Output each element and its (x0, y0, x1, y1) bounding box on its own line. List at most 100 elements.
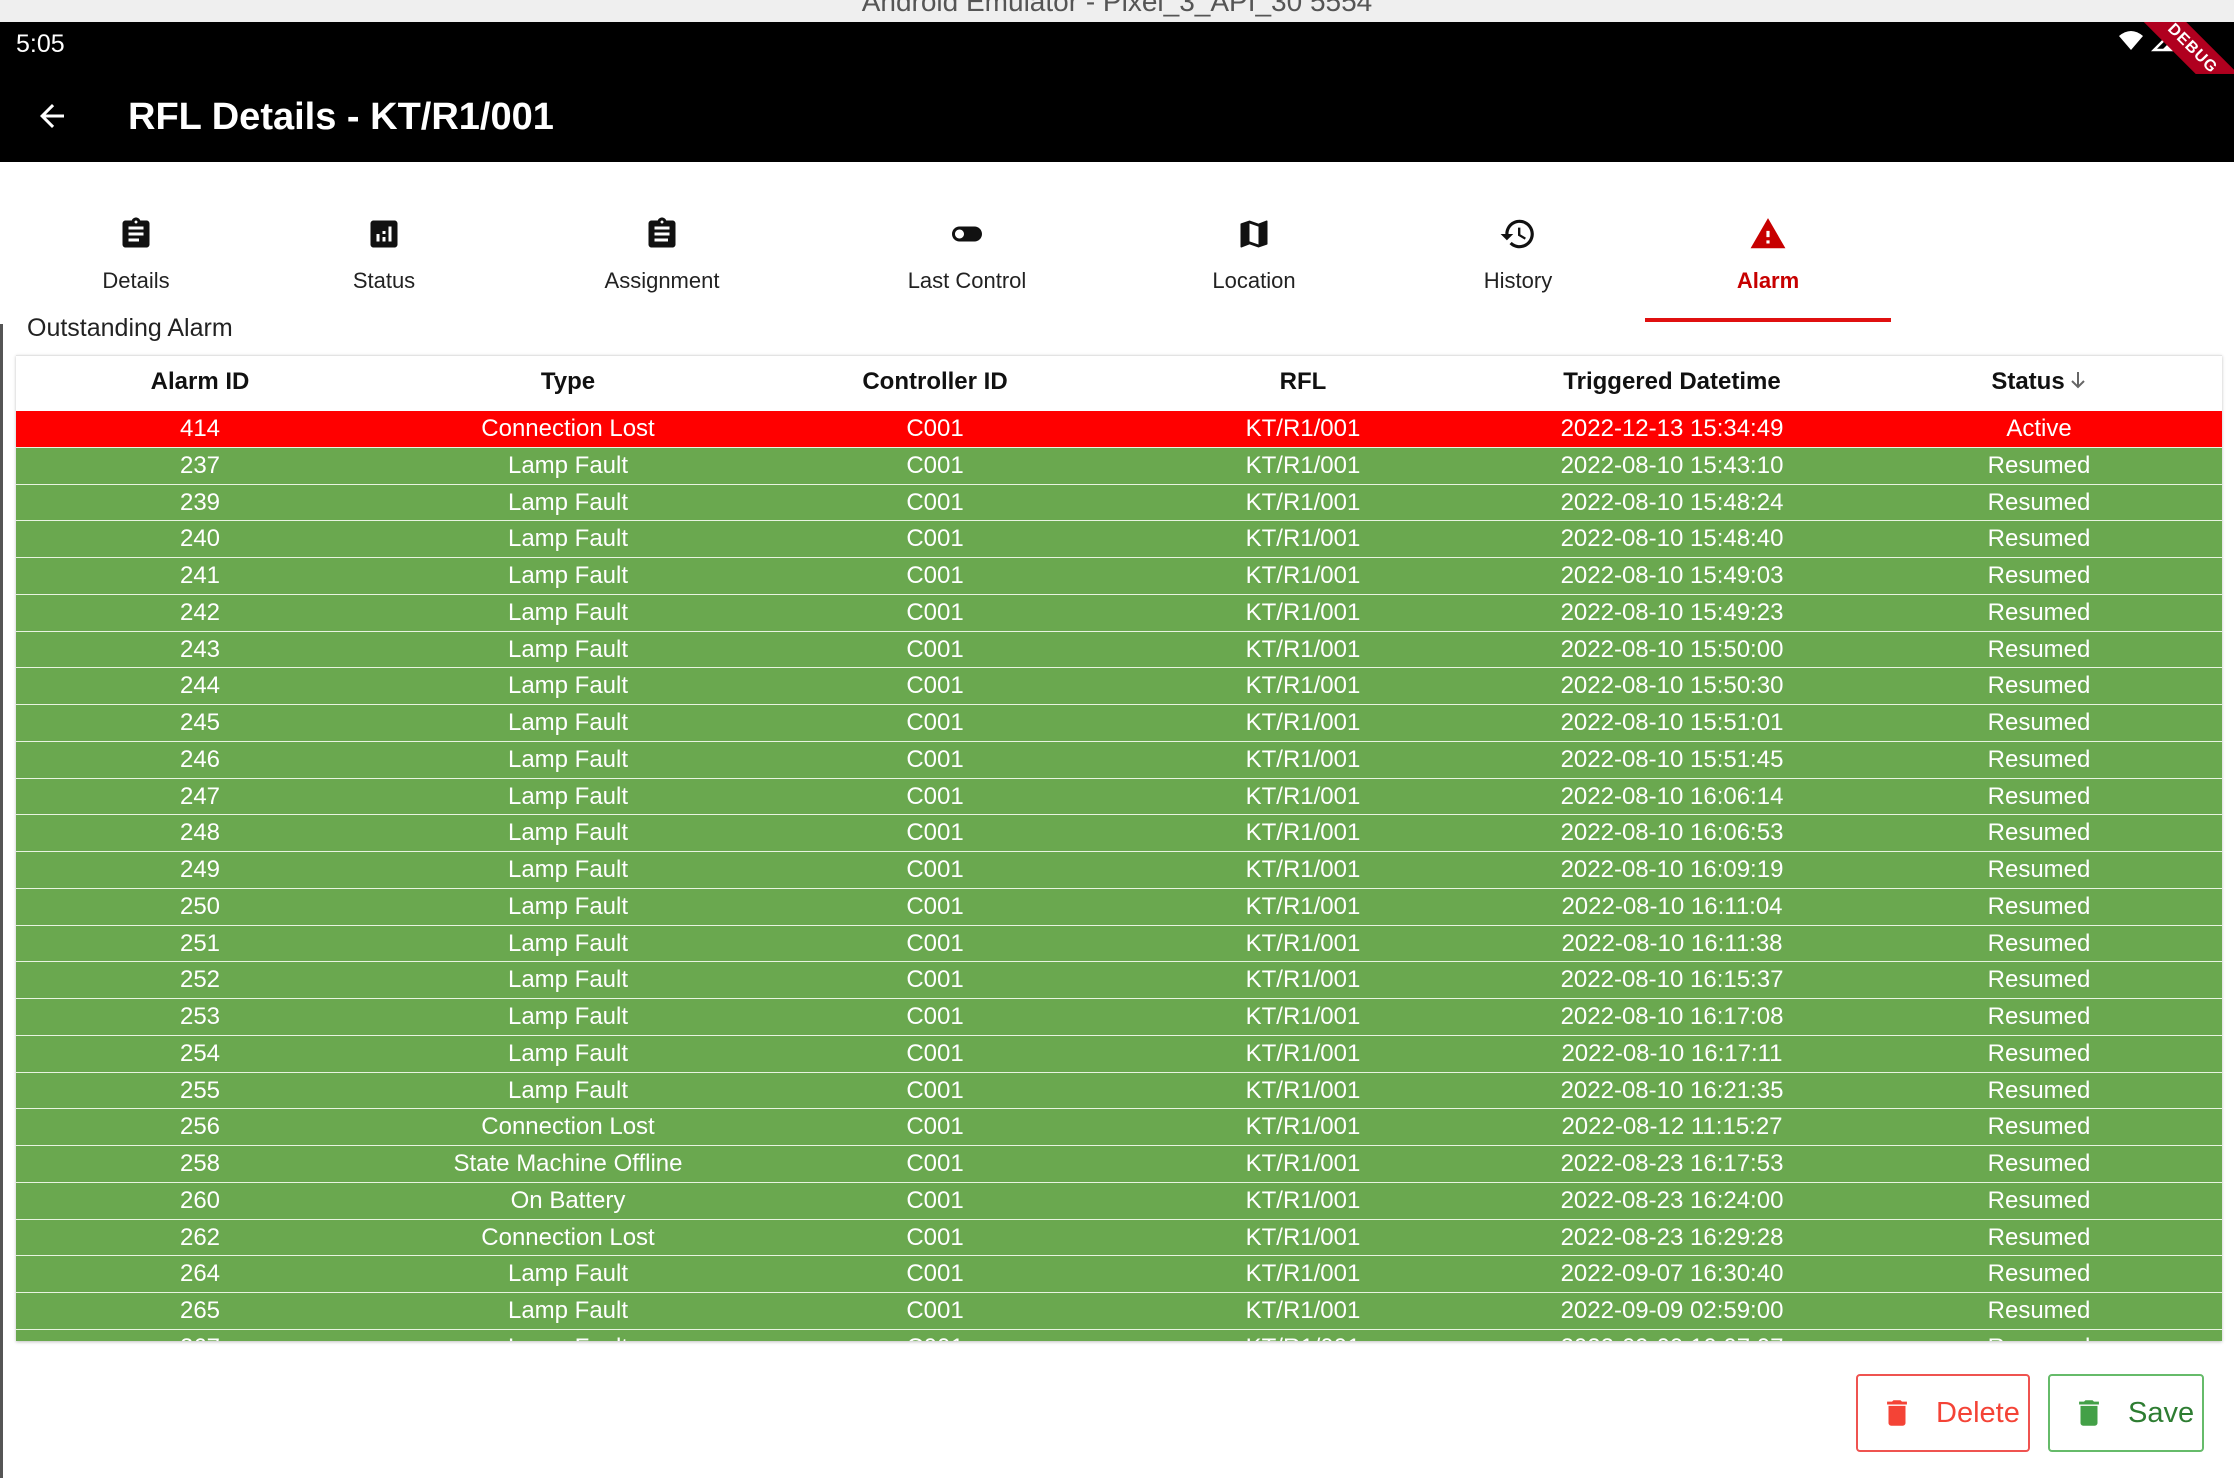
cell-rfl: KT/R1/001 (1245, 525, 1361, 553)
table-row[interactable]: 237 Lamp Fault C001 KT/R1/001 2022-08-10 15:… (16, 447, 2222, 485)
cell-triggered-datetime: 2022-09-07 16:30:40 (1560, 1260, 1784, 1288)
cell-rfl: KT/R1/001 (1245, 856, 1361, 883)
cell-controller-id: C001 (906, 1150, 964, 1177)
table-row[interactable]: 245 Lamp Fault C001 KT/R1/001 2022-08-10 15:… (16, 705, 2222, 742)
tab-details[interactable]: Details (68, 162, 204, 322)
save-button-label: Save (2128, 1396, 2195, 1429)
cell-rfl: KT/R1/001 (1245, 819, 1361, 847)
cell-triggered-datetime: 2022-08-10 16:17:11 (1561, 1039, 1783, 1067)
cell-alarm-id: 247 (179, 782, 221, 810)
table-row[interactable]: 253 Lamp Fault C001 KT/R1/001 2022-08-10 16:… (16, 999, 2222, 1036)
table-row[interactable]: 247 Lamp Fault C001 KT/R1/001 2022-08-10 16:… (16, 778, 2222, 816)
emulator-titlebar: Android Emulator - Pixel_3_API_30 5554 (0, 0, 2234, 22)
table-row[interactable]: 251 Lamp Fault C001 KT/R1/001 2022-08-10 16:… (16, 925, 2222, 963)
cell-status: Resumed (1987, 1039, 2091, 1067)
table-row[interactable]: 244 Lamp Fault C001 KT/R1/001 2022-08-10 15:… (16, 668, 2222, 705)
table-row[interactable]: 265 Lamp Fault C001 KT/R1/001 2022-09-09 02:… (16, 1293, 2222, 1330)
tab-assignment[interactable]: Assignment (580, 162, 744, 322)
column-header-alarm-id[interactable]: Alarm ID (16, 356, 384, 411)
cell-type: Lamp Fault (507, 1039, 629, 1067)
cell-type: Lamp Fault (507, 1003, 629, 1030)
cell-alarm-id: 256 (179, 1113, 221, 1141)
table-row[interactable]: 252 Lamp Fault C001 KT/R1/001 2022-08-10 16:… (16, 962, 2222, 999)
page-title: RFL Details - KT/R1/001 (128, 96, 554, 138)
cell-type: Lamp Fault (507, 598, 629, 626)
cell-rfl: KT/R1/001 (1245, 782, 1361, 810)
tab-last-control-label: Last Control (907, 268, 1027, 293)
table-row[interactable]: 248 Lamp Fault C001 KT/R1/001 2022-08-10 16:… (16, 815, 2222, 852)
table-row[interactable]: 260 On Battery C001 KT/R1/001 2022-08-23 16:… (16, 1182, 2222, 1220)
cell-rfl: KT/R1/001 (1245, 1039, 1361, 1067)
status-time: 5:05 (16, 30, 65, 58)
cell-rfl: KT/R1/001 (1245, 1003, 1361, 1030)
table-row[interactable]: 262 Connection Lost C001 KT/R1/001 2022-08-2… (16, 1219, 2222, 1257)
cell-type: Connection Lost (481, 1223, 655, 1251)
cell-controller-id: C001 (906, 1076, 964, 1104)
cell-alarm-id: 267 (16, 1330, 384, 1341)
cell-status: Active (2006, 415, 2072, 442)
cell-triggered-datetime: 2022-09-09 02:59:00 (1560, 1297, 1784, 1324)
table-row[interactable]: 264 Lamp Fault C001 KT/R1/001 2022-09-07 16:… (16, 1256, 2222, 1293)
cell-status: Resumed (1987, 1076, 2091, 1104)
delete-button[interactable]: Delete (1856, 1374, 2030, 1452)
cell-status: Resumed (1987, 451, 2091, 479)
app-bar: RFL Details - KT/R1/001 (0, 74, 2234, 162)
table-row[interactable]: 243 Lamp Fault C001 KT/R1/001 2022-08-10 15:… (16, 631, 2222, 669)
cell-status: Resumed (1987, 1003, 2091, 1030)
table-row[interactable]: 256 Connection Lost C001 KT/R1/001 2022-08-1… (16, 1109, 2222, 1146)
cell-rfl: KT/R1/001 (1245, 1186, 1361, 1214)
column-header-status[interactable]: Status (1856, 356, 2222, 411)
cell-status: Resumed (1987, 598, 2091, 626)
device-screen: 5:05 DEBUG RFL Details - KT/R1/001 Detai… (0, 22, 2234, 1478)
cell-type: Connection Lost (481, 1113, 655, 1141)
table-row[interactable]: 254 Lamp Fault C001 KT/R1/001 2022-08-10 16:… (16, 1035, 2222, 1073)
cell-triggered-datetime: 2022-08-10 16:15:37 (1560, 966, 1784, 994)
table-body[interactable]: 414 Connection Lost C001 KT/R1/001 2022-12-1… (16, 411, 2222, 1341)
tab-history[interactable]: History (1450, 162, 1586, 322)
cell-type: Lamp Fault (507, 635, 629, 663)
tab-alarm[interactable]: Alarm (1645, 162, 1891, 322)
cell-alarm-id: 250 (179, 892, 221, 920)
cell-status: Resumed (1987, 488, 2091, 516)
column-header-triggered-datetime[interactable]: Triggered Datetime (1488, 356, 1856, 411)
table-row[interactable]: 267Lamp FaultC001KT/R1/0012022-09-09 10:… (16, 1329, 2222, 1341)
table-row[interactable]: 249 Lamp Fault C001 KT/R1/001 2022-08-10 16:… (16, 852, 2222, 889)
cell-triggered-datetime: 2022-08-10 15:43:10 (1560, 451, 1784, 479)
cell-triggered-datetime: 2022-08-23 16:17:53 (1560, 1150, 1784, 1177)
column-header-controller-id[interactable]: Controller ID (752, 356, 1118, 411)
table-row[interactable]: 239 Lamp Fault C001 KT/R1/001 2022-08-10 15:… (16, 484, 2222, 522)
tab-location[interactable]: Location (1186, 162, 1322, 322)
cell-alarm-id: 240 (179, 525, 221, 553)
cell-status: Resumed (1987, 782, 2091, 810)
save-button[interactable]: Save (2048, 1374, 2204, 1452)
tab-last-control[interactable]: Last Control (880, 162, 1054, 322)
table-row[interactable]: 250 Lamp Fault C001 KT/R1/001 2022-08-10 16:… (16, 888, 2222, 926)
tab-status[interactable]: Status (316, 162, 452, 322)
table-row[interactable]: 255 Lamp Fault C001 KT/R1/001 2022-08-10 16:… (16, 1072, 2222, 1110)
back-button[interactable] (26, 92, 78, 144)
table-row[interactable]: 241 Lamp Fault C001 KT/R1/001 2022-08-10 15:… (16, 558, 2222, 595)
column-header-type[interactable]: Type (384, 356, 752, 411)
cell-status: Resumed (1987, 966, 2091, 994)
table-row[interactable]: 258 State Machine Offline C001 KT/R1/001 202… (16, 1146, 2222, 1183)
cell-type: State Machine Offline (453, 1150, 683, 1177)
table-row[interactable]: 414 Connection Lost C001 KT/R1/001 2022-12-1… (16, 411, 2222, 448)
table-row[interactable]: 242 Lamp Fault C001 KT/R1/001 2022-08-10 15:… (16, 594, 2222, 632)
cell-type: Lamp Fault (507, 782, 629, 810)
cell-triggered-datetime: 2022-08-10 16:11:38 (1561, 929, 1783, 957)
cell-controller-id: C001 (752, 1330, 1118, 1341)
cell-triggered-datetime: 2022-08-10 16:17:08 (1560, 1003, 1784, 1030)
table-row[interactable]: 240 Lamp Fault C001 KT/R1/001 2022-08-10 15:… (16, 521, 2222, 558)
cell-alarm-id: 243 (179, 635, 221, 663)
assignment-icon (644, 212, 680, 256)
column-header-status-label: Status (1991, 368, 2065, 395)
cell-alarm-id: 264 (179, 1260, 221, 1288)
column-header-rfl[interactable]: RFL (1118, 356, 1488, 411)
cell-triggered-datetime: 2022-09-09 10:07:07 (1488, 1330, 1856, 1341)
cell-type: Lamp Fault (507, 1260, 629, 1288)
cell-controller-id: C001 (906, 488, 964, 516)
cell-alarm-id: 253 (179, 1003, 221, 1030)
clipboard-icon (118, 212, 154, 256)
table-row[interactable]: 246 Lamp Fault C001 KT/R1/001 2022-08-10 15:… (16, 741, 2222, 779)
cell-status: Resumed (1987, 1113, 2091, 1141)
